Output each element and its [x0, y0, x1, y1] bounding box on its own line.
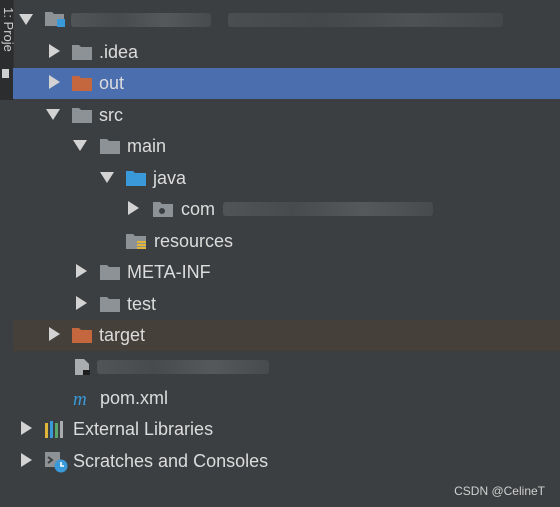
- tree-item-label: test: [127, 294, 157, 314]
- watermark: CSDN @CelineT: [454, 484, 545, 498]
- tree-item-label: java: [153, 168, 187, 188]
- tree-item-label: META-INF: [127, 262, 211, 282]
- expand-arrow-icon[interactable]: [49, 327, 60, 341]
- tree-item-label: .idea: [99, 42, 139, 62]
- tree-item-label: pom.xml: [100, 388, 169, 408]
- tree-item-root[interactable]: [13, 5, 560, 36]
- folder-icon: [100, 265, 120, 280]
- module-icon: [45, 12, 65, 27]
- tree-item-label: Scratches and Consoles: [73, 451, 269, 471]
- expand-arrow-icon[interactable]: [21, 453, 32, 467]
- resources-folder-icon: [126, 234, 146, 249]
- tree-item-label: External Libraries: [73, 419, 214, 439]
- tree-item-label: main: [127, 136, 167, 156]
- tree-item-label: out: [99, 73, 125, 93]
- tree-item-pom[interactable]: m pom.xml: [13, 383, 560, 414]
- project-tool-window-stripe[interactable]: 1: Proje: [0, 0, 16, 100]
- tree-item-resources[interactable]: resources: [13, 226, 560, 257]
- excluded-folder-icon: [72, 76, 92, 91]
- expand-arrow-icon[interactable]: [21, 421, 32, 435]
- tree-item-out[interactable]: out: [13, 68, 560, 99]
- tree-item-scratches[interactable]: Scratches and Consoles: [13, 446, 560, 477]
- tree-item-idea[interactable]: .idea: [13, 37, 560, 68]
- redacted-package-name: [223, 202, 433, 216]
- expand-arrow-icon[interactable]: [49, 75, 60, 89]
- tool-window-marker: [2, 69, 9, 78]
- collapse-arrow-icon[interactable]: [100, 172, 114, 183]
- folder-icon: [100, 139, 120, 154]
- folder-icon: [72, 108, 92, 123]
- expand-arrow-icon[interactable]: [49, 44, 60, 58]
- collapse-arrow-icon[interactable]: [46, 109, 60, 120]
- expand-arrow-icon[interactable]: [76, 296, 87, 310]
- expand-arrow-icon[interactable]: [128, 201, 139, 215]
- collapse-arrow-icon[interactable]: [19, 14, 33, 25]
- tree-item-label: src: [99, 105, 123, 125]
- svg-text:m: m: [73, 389, 87, 407]
- tree-item-meta-inf[interactable]: META-INF: [13, 257, 560, 288]
- redacted-project-name: [71, 13, 211, 27]
- folder-icon: [100, 297, 120, 312]
- scratches-icon: [45, 452, 68, 473]
- tree-item-target[interactable]: target: [13, 320, 560, 351]
- source-folder-icon: [126, 171, 146, 186]
- tree-item-redacted-file[interactable]: [13, 352, 560, 383]
- package-icon: [153, 202, 173, 217]
- redacted-file-name: [97, 360, 269, 374]
- collapse-arrow-icon[interactable]: [73, 140, 87, 151]
- expand-arrow-icon[interactable]: [76, 264, 87, 278]
- tree-item-label: target: [99, 325, 146, 345]
- file-icon: [75, 359, 90, 375]
- tree-item-label: resources: [154, 231, 234, 251]
- tree-item-src[interactable]: src: [13, 100, 560, 131]
- tree-item-com[interactable]: com: [13, 194, 560, 225]
- libraries-icon: [45, 421, 63, 438]
- tree-item-test[interactable]: test: [13, 289, 560, 320]
- tree-item-main[interactable]: main: [13, 131, 560, 162]
- tree-item-label: com: [181, 199, 216, 219]
- tree-item-java[interactable]: java: [13, 163, 560, 194]
- folder-icon: [72, 45, 92, 60]
- excluded-folder-icon: [72, 328, 92, 343]
- redacted-project-path: [228, 13, 503, 27]
- project-tree[interactable]: .idea out src main java com resources ME…: [13, 0, 560, 507]
- tree-item-external-libraries[interactable]: External Libraries: [13, 414, 560, 445]
- maven-icon: m: [73, 389, 87, 407]
